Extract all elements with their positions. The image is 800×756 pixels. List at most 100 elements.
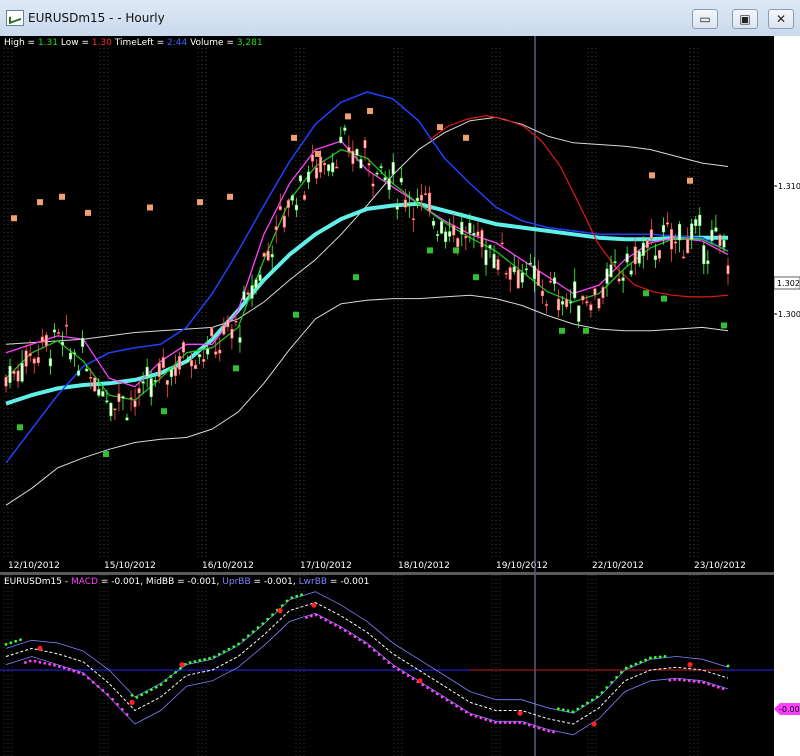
candle-body (653, 255, 657, 260)
macd-dot (309, 614, 313, 618)
candle-body (714, 227, 718, 232)
title-bar[interactable]: EURUSDm15 - - Hourly ▭ ▣ ✕ (0, 0, 800, 37)
candle-body (399, 177, 403, 183)
candle-body (585, 301, 589, 304)
candle-body (145, 366, 149, 377)
price-chart-pane[interactable]: High = 1.31 Low = 1.30 TimeLeft = 2:44 V… (0, 36, 774, 572)
macd-pane[interactable]: EURUSDm15 - MACD = -0.001, MidBB = -0.00… (0, 575, 774, 756)
candle-body (395, 205, 399, 210)
macd-dot (319, 616, 323, 619)
price-chart-svg: High = 1.31 Low = 1.30 TimeLeft = 2:44 V… (3, 36, 746, 572)
candle-body (222, 325, 226, 335)
fractal-up-marker (147, 204, 153, 211)
fractal-down-marker (233, 365, 239, 372)
candle-body (637, 251, 641, 264)
macd-dot (38, 660, 42, 664)
macd-dot (726, 664, 730, 668)
price-scale[interactable]: 1.3105 1.3002 1.3023 -0.0000 (774, 36, 800, 756)
macd-dot (271, 613, 274, 616)
candle-body (44, 334, 48, 346)
macd-dot (179, 666, 182, 670)
macd-dot (242, 638, 245, 642)
candle-body (480, 230, 484, 248)
candle-body (339, 136, 343, 143)
candle-body (569, 301, 573, 304)
candle-body (577, 305, 581, 322)
candle-body (444, 231, 448, 242)
macd-dot (358, 638, 362, 642)
minimize-button[interactable]: ▭ (692, 9, 718, 29)
macd-dot (23, 661, 27, 664)
candle-body (351, 150, 355, 164)
macd-dot (435, 692, 439, 696)
macd-dot (72, 669, 76, 673)
candle-body (198, 354, 202, 358)
candle-body (125, 417, 129, 421)
macd-dot (212, 655, 216, 659)
candle-body (524, 268, 528, 271)
candle-body (246, 292, 250, 295)
macd-dot (300, 593, 303, 597)
macd-dot (106, 693, 110, 696)
candle-body (153, 380, 157, 382)
macd-dot (246, 634, 250, 638)
candle-body (68, 352, 73, 360)
macd-dot (455, 704, 459, 708)
candle-body (573, 281, 577, 299)
lower-band (5, 294, 729, 506)
candle-body (12, 370, 16, 374)
candle-body (702, 245, 706, 265)
candle-body (464, 236, 468, 239)
maximize-button[interactable]: ▣ (732, 9, 758, 29)
candle-body (694, 219, 698, 226)
fractal-down-marker (559, 327, 565, 334)
macd-dot (353, 635, 357, 639)
date-tick-label: 23/10/2012 (694, 561, 746, 571)
candle-body (698, 214, 702, 226)
candle-body (448, 231, 452, 237)
macd-dot (397, 668, 400, 671)
candle-body (105, 400, 109, 403)
candle-body (657, 249, 661, 259)
candle-body (238, 337, 242, 343)
fractal-up-marker (345, 113, 351, 120)
macd-dot (125, 713, 129, 716)
macd-dot (120, 708, 124, 711)
current-price-label: 1.3023 (777, 279, 800, 288)
candle-body (40, 336, 44, 342)
macd-dot (474, 714, 478, 718)
macd-dot (28, 659, 32, 663)
fractal-up-marker (85, 209, 91, 216)
macd-dot (338, 626, 342, 630)
candle-body (468, 222, 472, 234)
candle-body (327, 164, 331, 172)
candle-body (678, 224, 682, 241)
macd-dot (203, 658, 207, 661)
candle-body (363, 140, 367, 149)
date-tick-label: 22/10/2012 (592, 561, 644, 571)
candle-body (609, 264, 613, 278)
candle-body (36, 357, 40, 364)
candle-body (133, 400, 137, 408)
macd-dot (67, 668, 71, 671)
macd-dot (639, 660, 643, 664)
macd-dot (174, 670, 177, 674)
fractal-up-marker (11, 215, 17, 222)
macd-dot (649, 656, 652, 660)
fractal-down-marker (453, 247, 459, 254)
macd-dot (653, 655, 657, 659)
close-button[interactable]: ✕ (768, 9, 794, 29)
fractal-up-marker (227, 193, 233, 200)
macd-dot (469, 713, 473, 717)
candle-body (52, 329, 56, 333)
candle-body (649, 229, 653, 239)
candle-body (206, 348, 210, 355)
candle-body (621, 277, 625, 281)
candle-body (456, 238, 460, 248)
macd-dot (401, 671, 405, 674)
candle-body (536, 270, 540, 286)
candle-body (669, 229, 674, 250)
macd-dot (484, 718, 488, 721)
macd-dot (91, 680, 95, 684)
macd-dot (227, 647, 231, 651)
